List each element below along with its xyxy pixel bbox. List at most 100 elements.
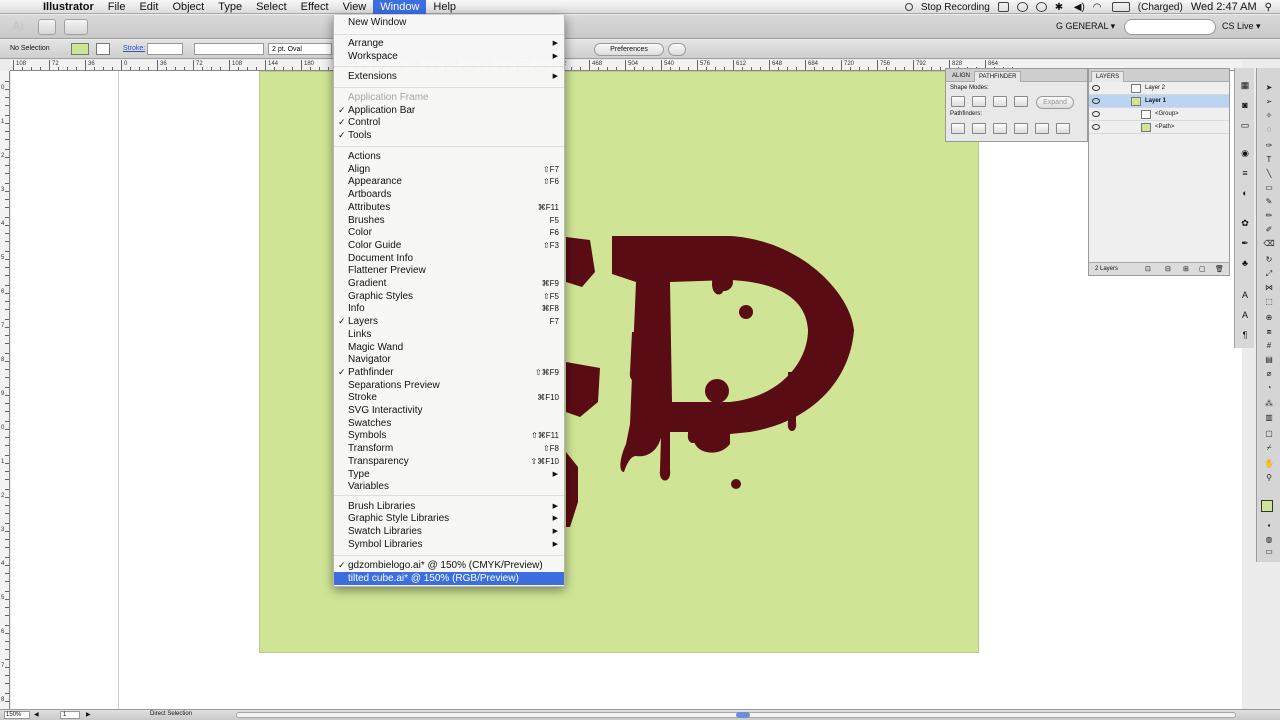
menu-item-new-window[interactable]: New Window [334,16,564,29]
brush-definition-field[interactable]: 2 pt. Oval [268,43,332,55]
artboard-number[interactable]: 1 [60,711,80,719]
wifi-icon[interactable]: ◠ [1093,2,1104,13]
stroke-swatch[interactable] [96,43,110,55]
menu-item-svg-interactivity[interactable]: SVG Interactivity [334,404,564,417]
menu-item-color-guide[interactable]: Color Guide ⇧F3 [334,239,564,252]
pen-tool-icon[interactable]: ✑ [1260,140,1278,151]
gradient-icon[interactable]: ▭ [1238,120,1252,132]
lasso-tool-icon[interactable]: ◌ [1260,124,1278,135]
menu-item-variables[interactable]: Variables [334,480,564,493]
magic-wand-tool-icon[interactable]: ✧ [1260,110,1278,121]
expand-button[interactable]: Expand [1036,96,1074,109]
symbols-icon[interactable]: ✿ [1238,218,1252,230]
column-graph-tool-icon[interactable]: ▥ [1260,412,1278,423]
menu-item-navigator[interactable]: Navigator [334,353,564,366]
visibility-eye-icon[interactable] [1092,98,1100,104]
minus-front-button[interactable] [972,96,986,107]
visibility-eye-icon[interactable] [1092,85,1100,91]
menu-select[interactable]: Select [249,0,294,14]
tab-pathfinder[interactable]: PATHFINDER [974,71,1022,82]
appearance-icon[interactable]: ◉ [1238,148,1252,160]
menu-item-tools[interactable]: ✓ Tools [334,129,564,142]
menu-window[interactable]: Window [373,0,427,14]
menu-item-swatch-libraries[interactable]: Swatch Libraries ▶ [334,525,564,538]
trim-button[interactable] [972,123,986,134]
arrange-documents-button[interactable] [64,19,88,35]
shape-builder-tool-icon[interactable]: ⊕ [1260,312,1278,323]
menu-item-symbol-libraries[interactable]: Symbol Libraries ▶ [334,538,564,551]
control-options-button[interactable] [668,43,686,56]
menu-item-document-tilted-cube[interactable]: tilted cube.ai* @ 150% (RGB/Preview) [334,572,564,585]
make-clipping-mask-icon[interactable]: ⊟ [1165,265,1171,273]
eyedropper-tool-icon[interactable]: ⌀ [1260,368,1278,379]
menu-item-layers[interactable]: ✓ Layers F7 [334,315,564,328]
visibility-eye-icon[interactable] [1092,124,1100,130]
hand-tool-icon[interactable]: ✋ [1260,458,1278,469]
menu-item-symbols[interactable]: Symbols ⇧⌘F11 [334,429,564,442]
tab-align[interactable]: ALIGN [948,71,974,82]
bridge-button[interactable] [38,19,56,35]
color-guide-icon[interactable]: ▦ [1238,80,1252,92]
menu-type[interactable]: Type [211,0,249,14]
sync-icon[interactable] [1016,2,1028,12]
search-field[interactable] [1124,19,1216,35]
time-machine-icon[interactable] [1035,2,1047,12]
next-artboard-icon[interactable]: ▶ [86,711,91,718]
zoom-level[interactable]: 150% [4,711,30,719]
pencil-tool-icon[interactable]: ✏ [1260,210,1278,221]
workspace-switcher[interactable]: G GENERAL ▾ [1056,21,1115,32]
eraser-tool-icon[interactable]: ⌫ [1260,238,1278,249]
paintbrush-tool-icon[interactable]: ✎ [1260,196,1278,207]
menu-item-pathfinder[interactable]: ✓ Pathfinder ⇧⌘F9 [334,366,564,379]
app-icon[interactable] [997,2,1009,12]
layer-row-layer-1[interactable]: Layer 1 [1089,95,1229,108]
slice-tool-icon[interactable]: ⌿ [1260,442,1278,453]
layer-row-path[interactable]: <Path> [1089,121,1229,134]
divide-button[interactable] [951,123,965,134]
menu-item-separations-preview[interactable]: Separations Preview [334,379,564,392]
new-sublayer-icon[interactable]: ⊞ [1183,265,1189,273]
menu-item-transform[interactable]: Transform ⇧F8 [334,442,564,455]
battery-icon[interactable] [1111,2,1130,12]
selection-tool-icon[interactable]: ➤ [1260,82,1278,93]
crop-button[interactable] [1014,123,1028,134]
merge-button[interactable] [993,123,1007,134]
menu-item-extensions[interactable]: Extensions ▶ [334,70,564,83]
menu-app-name[interactable]: Illustrator [36,0,101,14]
opentype-icon[interactable]: A [1238,310,1252,322]
paragraph-icon[interactable]: ¶ [1238,330,1252,342]
artboard-tool-icon[interactable]: ▢ [1260,428,1278,439]
current-tool-label[interactable]: Direct Selection [150,711,192,717]
menu-help[interactable]: Help [426,0,463,14]
minus-back-button[interactable] [1056,123,1070,134]
stroke-weight-field[interactable] [147,43,183,55]
first-artboard-icon[interactable]: ◀ [34,711,39,718]
menu-item-document-gdzombielogo[interactable]: ✓ gdzombielogo.ai* @ 150% (CMYK/Preview) [334,559,564,572]
menu-item-brushes[interactable]: Brushes F5 [334,214,564,227]
symbol-sprayer-tool-icon[interactable]: ⁂ [1260,398,1278,409]
swatches-icon[interactable]: ◙ [1238,100,1252,112]
rectangle-tool-icon[interactable]: ▭ [1260,182,1278,193]
menu-item-gradient[interactable]: Gradient ⌘F9 [334,277,564,290]
menu-effect[interactable]: Effect [294,0,336,14]
menu-item-color[interactable]: Color F6 [334,226,564,239]
tab-layers[interactable]: LAYERS [1091,71,1125,82]
volume-icon[interactable]: ◀) [1074,2,1085,13]
bluetooth-icon[interactable]: ✱ [1055,2,1066,13]
transparency-icon[interactable]: ◐ [1238,188,1252,200]
zoom-tool-icon[interactable]: ⚲ [1260,472,1278,483]
color-mode-icon[interactable]: ▪ [1260,520,1278,531]
menu-item-actions[interactable]: Actions [334,150,564,163]
mesh-tool-icon[interactable]: # [1260,340,1278,351]
menu-object[interactable]: Object [165,0,211,14]
graphic-styles-icon[interactable]: ♣ [1238,258,1252,270]
layer-row-layer-2[interactable]: Layer 2 [1089,82,1229,95]
menu-item-attributes[interactable]: Attributes ⌘F11 [334,201,564,214]
menu-item-workspace[interactable]: Workspace ▶ [334,50,564,63]
draw-mode-icon[interactable]: ◍ [1260,534,1278,545]
intersect-button[interactable] [993,96,1007,107]
layer-name[interactable]: <Group> [1155,111,1179,117]
menu-file[interactable]: File [101,0,133,14]
width-tool-icon[interactable]: ⋈ [1260,282,1278,293]
vertical-ruler[interactable]: 01234567890123456789 [0,71,10,709]
